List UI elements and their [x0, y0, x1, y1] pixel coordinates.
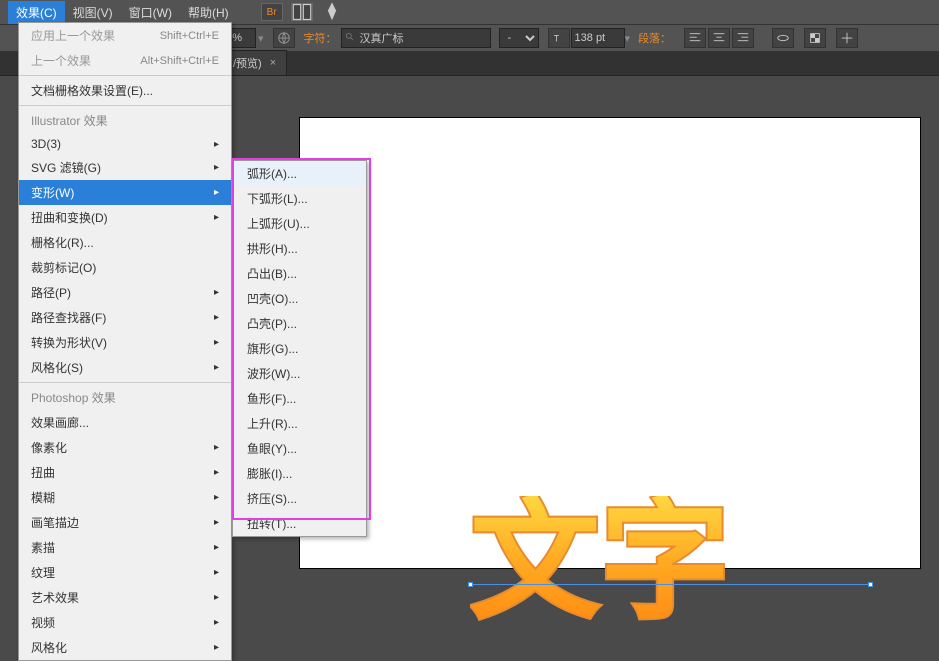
menu-item[interactable]: SVG 滤镜(G)▸: [19, 155, 231, 180]
font-style-select[interactable]: -: [499, 28, 539, 48]
submenu-item[interactable]: 膨胀(I)...: [233, 461, 366, 486]
text-object[interactable]: 文字: [470, 496, 890, 636]
menu-item[interactable]: 素描▸: [19, 535, 231, 560]
illustrator-effects-header: Illustrator 效果: [19, 108, 231, 133]
opacity-icon[interactable]: [804, 28, 826, 48]
submenu-item[interactable]: 凸出(B)...: [233, 261, 366, 286]
menu-effects[interactable]: 效果(C): [8, 1, 65, 24]
photoshop-effects-header: Photoshop 效果: [19, 385, 231, 410]
menu-item[interactable]: 风格化(S)▸: [19, 355, 231, 380]
arrange-docs-icon[interactable]: [291, 3, 313, 21]
menu-item[interactable]: 3D(3)▸: [19, 133, 231, 155]
menu-last-effect[interactable]: 上一个效果Alt+Shift+Ctrl+E: [19, 48, 231, 73]
submenu-item[interactable]: 扭转(T)...: [233, 511, 366, 536]
submenu-item[interactable]: 旗形(G)...: [233, 336, 366, 361]
font-family-field[interactable]: [341, 28, 491, 48]
svg-text:文字: 文字: [470, 496, 730, 634]
globe-icon[interactable]: [273, 28, 295, 48]
search-icon: [345, 32, 355, 42]
menu-item[interactable]: 路径(P)▸: [19, 280, 231, 305]
selection-handle[interactable]: [868, 582, 873, 587]
menu-doc-raster-settings[interactable]: 文档栅格效果设置(E)...: [19, 78, 231, 103]
menu-item[interactable]: 风格化▸: [19, 635, 231, 660]
menu-item[interactable]: 裁剪标记(O): [19, 255, 231, 280]
menu-item[interactable]: 纹理▸: [19, 560, 231, 585]
submenu-item[interactable]: 鱼眼(Y)...: [233, 436, 366, 461]
menu-item[interactable]: 艺术效果▸: [19, 585, 231, 610]
submenu-item[interactable]: 上升(R)...: [233, 411, 366, 436]
font-size-field[interactable]: [571, 28, 625, 48]
arrows-icon[interactable]: [836, 28, 858, 48]
bridge-icon[interactable]: Br: [261, 3, 283, 21]
submenu-item[interactable]: 凹壳(O)...: [233, 286, 366, 311]
align-left-icon[interactable]: [684, 28, 706, 48]
char-label: 字符：: [304, 30, 337, 46]
menu-item[interactable]: 视频▸: [19, 610, 231, 635]
menu-item[interactable]: 转换为形状(V)▸: [19, 330, 231, 355]
selection-handle[interactable]: [468, 582, 473, 587]
effect-menu: 应用上一个效果Shift+Ctrl+E 上一个效果Alt+Shift+Ctrl+…: [18, 22, 232, 661]
menu-item[interactable]: 扭曲和变换(D)▸: [19, 205, 231, 230]
rocket-icon[interactable]: [321, 3, 343, 21]
warp-tool-icon[interactable]: [772, 28, 794, 48]
submenu-item[interactable]: 下弧形(L)...: [233, 186, 366, 211]
submenu-item[interactable]: 拱形(H)...: [233, 236, 366, 261]
submenu-item[interactable]: 弧形(A)...: [233, 161, 366, 186]
menu-item[interactable]: 模糊▸: [19, 485, 231, 510]
menu-item[interactable]: 路径查找器(F)▸: [19, 305, 231, 330]
submenu-item[interactable]: 上弧形(U)...: [233, 211, 366, 236]
menubar: 效果(C) 视图(V) 窗口(W) 帮助(H) Br: [0, 0, 939, 24]
submenu-item[interactable]: 挤压(S)...: [233, 486, 366, 511]
menu-help[interactable]: 帮助(H): [180, 1, 237, 24]
tab-title: /预览): [233, 55, 262, 71]
menu-item[interactable]: 像素化▸: [19, 435, 231, 460]
svg-text:T: T: [553, 34, 559, 44]
chevron-down-icon[interactable]: ▾: [625, 32, 631, 45]
submenu-item[interactable]: 凸壳(P)...: [233, 311, 366, 336]
menu-item[interactable]: 效果画廊...: [19, 410, 231, 435]
menu-apply-last-effect[interactable]: 应用上一个效果Shift+Ctrl+E: [19, 23, 231, 48]
close-icon[interactable]: ×: [270, 57, 276, 69]
menu-item[interactable]: 变形(W)▸: [19, 180, 231, 205]
menu-window[interactable]: 窗口(W): [121, 1, 180, 24]
menu-item[interactable]: 画笔描边▸: [19, 510, 231, 535]
menu-view[interactable]: 视图(V): [65, 1, 121, 24]
paragraph-label: 段落：: [638, 30, 671, 46]
warp-submenu: 弧形(A)...下弧形(L)...上弧形(U)...拱形(H)...凸出(B).…: [232, 160, 367, 537]
menu-item[interactable]: 扭曲▸: [19, 460, 231, 485]
font-size-icon: T: [548, 28, 570, 48]
menu-item[interactable]: 栅格化(R)...: [19, 230, 231, 255]
selection-baseline: [470, 584, 870, 585]
submenu-item[interactable]: 鱼形(F)...: [233, 386, 366, 411]
submenu-item[interactable]: 波形(W)...: [233, 361, 366, 386]
align-right-icon[interactable]: [732, 28, 754, 48]
align-center-icon[interactable]: [708, 28, 730, 48]
chevron-down-icon[interactable]: ▾: [258, 32, 264, 45]
